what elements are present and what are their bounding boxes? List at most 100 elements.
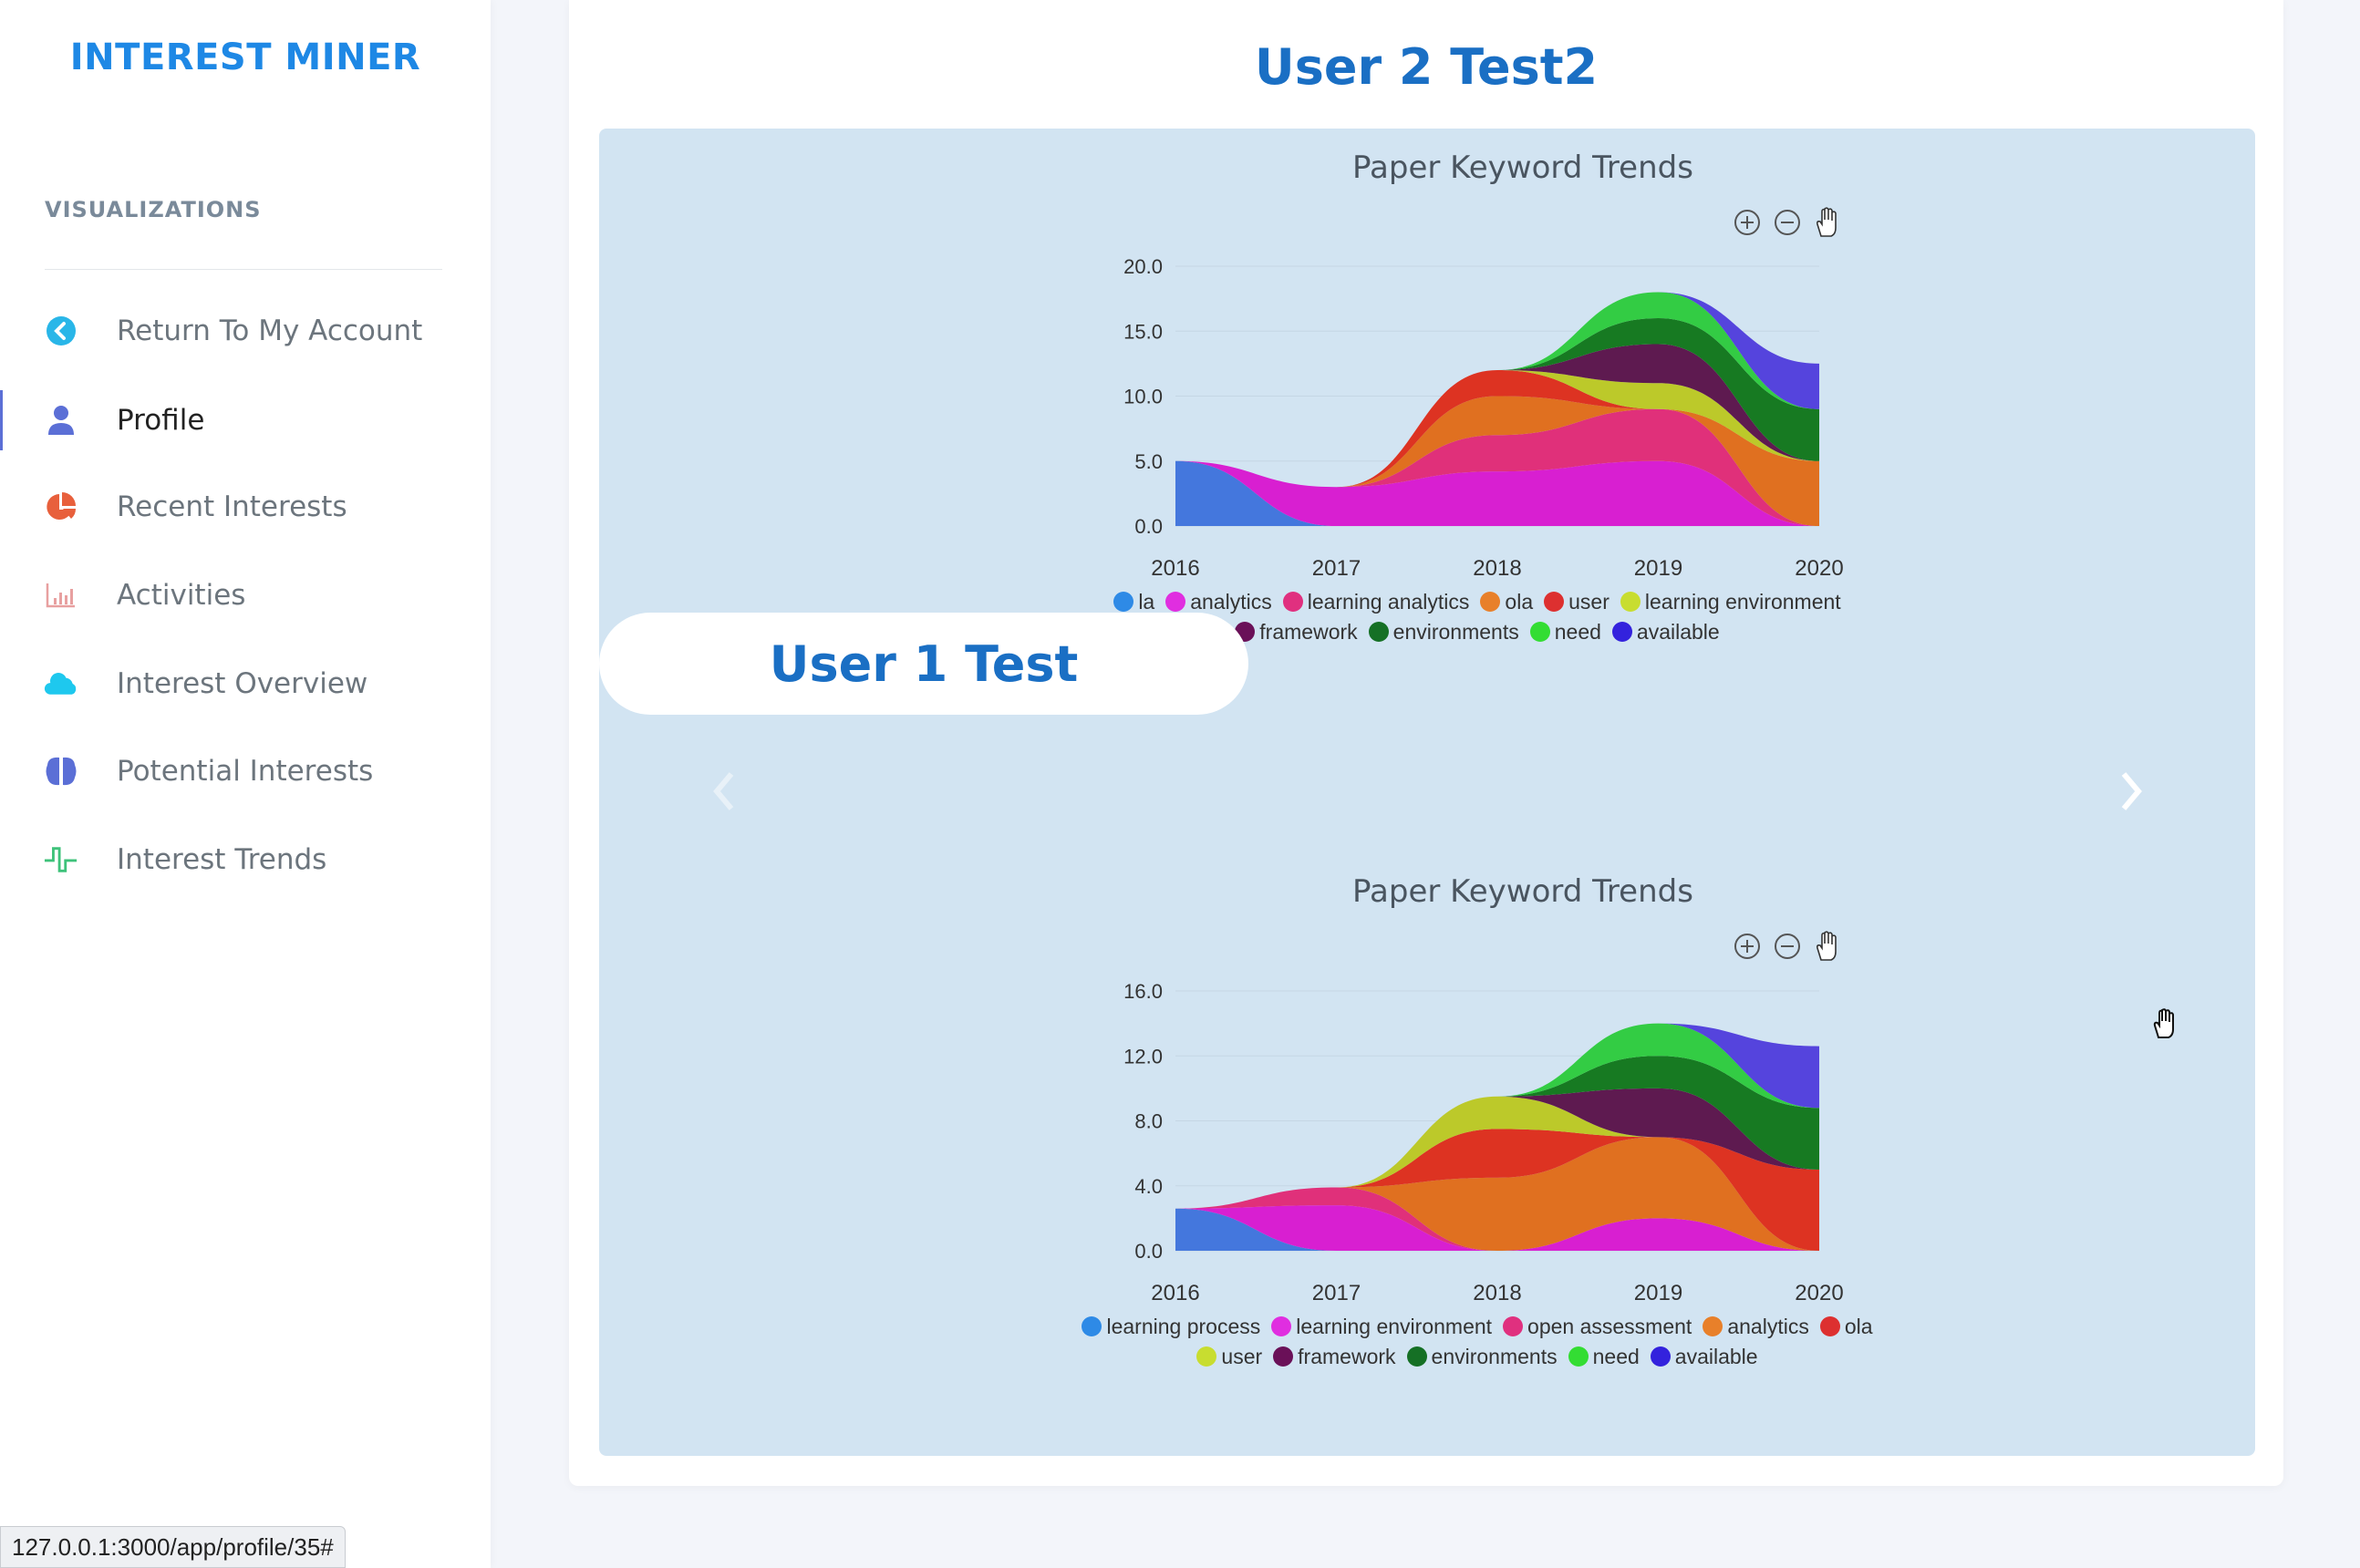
legend-item[interactable]: environments [1368, 618, 1519, 645]
legend-label: environments [1431, 1345, 1558, 1368]
sidebar-item-interest-overview[interactable]: Interest Overview [0, 652, 491, 716]
legend-item[interactable]: learning process [1082, 1313, 1260, 1340]
legend-swatch [1503, 1316, 1524, 1336]
legend-swatch [1271, 1316, 1292, 1336]
carousel-user-label: User 1 Test [599, 613, 1248, 715]
legend-label: learning environment [1644, 590, 1841, 614]
y-tick-label: 20.0 [1123, 255, 1163, 278]
legend-swatch [1544, 592, 1565, 612]
sidebar-item-interest-trends[interactable]: Interest Trends [0, 828, 491, 892]
zoom-out-icon[interactable] [1773, 208, 1802, 237]
zoom-out-icon[interactable] [1773, 932, 1802, 961]
y-tick-label: 10.0 [1123, 386, 1163, 408]
chevron-left-circle-icon [44, 314, 78, 348]
sidebar-item-activities[interactable]: Activities [0, 563, 491, 627]
legend-label: learning analytics [1307, 590, 1470, 614]
carousel-prev-button[interactable] [705, 764, 741, 819]
legend-swatch [1368, 622, 1389, 642]
zoom-in-icon[interactable] [1733, 208, 1762, 237]
legend-swatch [1273, 1346, 1294, 1367]
page-title: User 2 Test2 [1254, 38, 1599, 96]
legend-swatch [1113, 592, 1134, 612]
chart-title: Paper Keyword Trends [1352, 150, 1693, 186]
legend-label: framework [1298, 1345, 1396, 1368]
legend-item[interactable]: learning analytics [1282, 588, 1470, 615]
legend-label: analytics [1727, 1315, 1809, 1338]
bar-chart-icon [44, 578, 78, 613]
legend-item[interactable]: user [1544, 588, 1610, 615]
legend-item[interactable]: available [1650, 1343, 1758, 1370]
legend-swatch [1650, 1346, 1671, 1367]
section-label: VISUALIZATIONS [45, 197, 262, 222]
x-tick-label: 2016 [1151, 556, 1199, 581]
x-tick-label: 2019 [1634, 556, 1682, 581]
legend-label: open assessment [1527, 1315, 1692, 1338]
sidebar-item-recent-interests[interactable]: Recent Interests [0, 475, 491, 539]
sidebar-item-label: Return To My Account [117, 315, 423, 347]
area-chart-user1: 0.0 4.0 8.0 12.0 16.0 2016 2017 2018 2019 2020 [1123, 980, 1844, 1305]
legend-label: ola [1505, 590, 1534, 614]
sidebar-item-label: Profile [117, 404, 205, 437]
legend-item[interactable]: framework [1235, 618, 1358, 645]
sidebar-item-label: Interest Trends [117, 843, 327, 876]
zoom-in-icon[interactable] [1733, 932, 1762, 961]
legend-label: user [1568, 590, 1610, 614]
legend-item[interactable]: analytics [1165, 588, 1272, 615]
pan-hand-icon[interactable] [1813, 206, 1844, 239]
legend-item[interactable]: learning environment [1271, 1313, 1492, 1340]
legend-item[interactable]: need [1529, 618, 1601, 645]
legend-item[interactable]: available [1611, 618, 1720, 645]
legend-item[interactable]: user [1196, 1343, 1262, 1370]
sidebar-item-profile[interactable]: Profile [0, 388, 491, 452]
pan-hand-icon[interactable] [1813, 930, 1844, 963]
legend-item[interactable]: need [1568, 1343, 1640, 1370]
legend-swatch [1529, 622, 1550, 642]
legend-swatch [1480, 592, 1501, 612]
legend-label: analytics [1190, 590, 1272, 614]
y-tick-label: 15.0 [1123, 320, 1163, 343]
carousel-next-button[interactable] [2114, 764, 2150, 819]
link-status-bar: 127.0.0.1:3000/app/profile/35# [0, 1526, 346, 1568]
legend-swatch [1082, 1316, 1102, 1336]
legend-item[interactable]: open assessment [1503, 1313, 1692, 1340]
legend-label: environments [1392, 620, 1519, 644]
x-tick-label: 2018 [1473, 1281, 1521, 1305]
legend-swatch [1819, 1316, 1840, 1336]
x-tick-label: 2020 [1795, 556, 1843, 581]
pie-chart-icon [44, 490, 78, 524]
legend-item[interactable]: framework [1273, 1343, 1396, 1370]
legend-item[interactable]: analytics [1703, 1313, 1809, 1340]
legend-item[interactable]: ola [1480, 588, 1533, 615]
legend-swatch [1282, 592, 1303, 612]
sidebar-item-return-to-account[interactable]: Return To My Account [0, 299, 491, 363]
y-tick-label: 0.0 [1134, 515, 1163, 538]
legend-item[interactable]: environments [1406, 1343, 1558, 1370]
sidebar-item-potential-interests[interactable]: Potential Interests [0, 739, 491, 803]
legend-item[interactable]: learning environment [1620, 588, 1841, 615]
pulse-icon [44, 842, 78, 877]
x-tick-label: 2018 [1473, 556, 1521, 581]
hand-cursor-icon [2149, 1007, 2182, 1044]
legend-swatch [1196, 1346, 1217, 1367]
chart-toolbar [1733, 206, 1844, 239]
y-tick-label: 8.0 [1134, 1110, 1163, 1133]
app-logo[interactable]: INTEREST MINER [0, 36, 491, 78]
sidebar-item-label: Potential Interests [117, 755, 374, 788]
y-tick-label: 0.0 [1134, 1240, 1163, 1263]
brain-icon [44, 754, 78, 789]
legend-label: learning environment [1296, 1315, 1493, 1338]
legend-item[interactable]: la [1113, 588, 1154, 615]
x-tick-label: 2016 [1151, 1281, 1199, 1305]
legend-label: ola [1844, 1315, 1873, 1338]
x-tick-label: 2017 [1312, 556, 1361, 581]
legend-swatch [1611, 622, 1632, 642]
legend-item[interactable]: ola [1819, 1313, 1873, 1340]
area-chart-user2: 0.0 5.0 10.0 15.0 20.0 2016 2017 2018 2019 2020 [1123, 255, 1844, 581]
active-indicator [0, 390, 3, 450]
legend-label: available [1636, 620, 1720, 644]
chart-title: Paper Keyword Trends [1352, 873, 1693, 910]
chart-toolbar [1733, 930, 1844, 963]
legend-label: la [1138, 590, 1155, 614]
chevron-left-icon [713, 772, 734, 810]
sidebar: INTEREST MINER VISUALIZATIONS Return To … [0, 0, 491, 1568]
